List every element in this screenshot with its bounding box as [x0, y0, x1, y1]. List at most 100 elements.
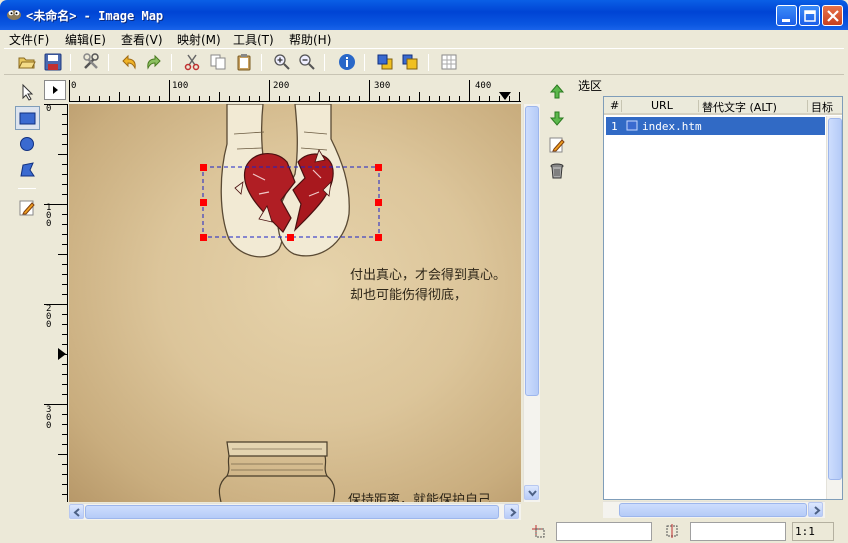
column-header-target[interactable]: 目标 — [811, 99, 833, 115]
menu-edit[interactable]: 编辑(E) — [65, 31, 106, 48]
selection-size-icon — [666, 524, 678, 538]
undo-icon[interactable] — [120, 53, 138, 71]
canvas-horizontal-scrollbar[interactable] — [69, 503, 521, 520]
ruler-label: 100 — [172, 81, 189, 91]
close-button[interactable] — [822, 5, 843, 26]
rectangle-tool[interactable] — [15, 106, 40, 130]
edit-area-tool[interactable] — [15, 196, 40, 220]
menu-file[interactable]: 文件(F) — [9, 31, 49, 48]
list-item[interactable]: 1 index.htm — [606, 117, 825, 135]
ruler-label: 0 — [71, 81, 77, 91]
toolbar — [4, 48, 844, 75]
preferences-icon[interactable] — [82, 53, 100, 71]
selection-list[interactable]: # URL 替代文字 (ALT) 目标 1 index.htm — [603, 96, 843, 500]
canvas-caption-line-1: 付出真心，才会得到真心。 — [350, 268, 507, 283]
vertical-ruler: 0 100 200 300 — [44, 104, 68, 502]
maximize-button[interactable] — [799, 5, 820, 26]
selection-list-header: # URL 替代文字 (ALT) 目标 — [604, 97, 842, 115]
save-icon[interactable] — [44, 53, 62, 71]
menu-mapping[interactable]: 映射(M) — [177, 31, 221, 48]
ruler-label: 0 — [46, 104, 52, 114]
arrow-tool[interactable] — [15, 80, 40, 104]
polygon-icon — [20, 162, 35, 177]
vertical-ruler-ticks — [44, 104, 67, 495]
menu-help[interactable]: 帮助(H) — [289, 31, 331, 48]
to-front-icon[interactable] — [376, 53, 394, 71]
canvas-caption-line-2: 却也可能伤得彻底， — [350, 288, 468, 303]
cut-icon[interactable] — [183, 53, 201, 71]
ruler-label: 300 — [46, 405, 52, 431]
menu-bar: 文件(F) 编辑(E) 查看(V) 映射(M) 工具(T) 帮助(H) — [0, 30, 848, 47]
polygon-tool[interactable] — [15, 158, 40, 182]
scroll-right-button[interactable] — [808, 502, 823, 517]
scrollbar-thumb[interactable] — [619, 503, 807, 517]
redo-icon[interactable] — [145, 53, 163, 71]
to-back-icon[interactable] — [401, 53, 419, 71]
zoom-field: 1:1 — [792, 522, 834, 541]
info-icon[interactable] — [338, 53, 356, 71]
status-bar: 1:1 — [0, 520, 848, 543]
list-horizontal-scrollbar[interactable] — [603, 501, 825, 518]
zoom-in-icon[interactable] — [273, 53, 291, 71]
ruler-label: 200 — [273, 81, 290, 91]
copy-icon[interactable] — [209, 53, 227, 71]
pointer-position-icon — [532, 525, 545, 538]
title-bar[interactable]: <未命名> - Image Map — [0, 0, 848, 30]
ruler-label: 100 — [46, 203, 52, 229]
scroll-left-button[interactable] — [69, 504, 84, 519]
ruler-position-marker-icon — [58, 348, 66, 360]
area-actions — [545, 82, 571, 192]
chevron-down-icon — [528, 490, 537, 497]
edit-icon — [19, 200, 35, 216]
column-header-alt[interactable]: 替代文字 (ALT) — [702, 99, 777, 115]
ruler-corner-button[interactable] — [44, 80, 66, 100]
scroll-right-button[interactable] — [504, 504, 519, 519]
chevron-left-icon — [73, 508, 80, 517]
window-title: <未命名> - Image Map — [26, 9, 164, 23]
move-down-icon[interactable] — [547, 108, 567, 128]
rectangle-icon — [19, 112, 36, 125]
minimize-button[interactable] — [776, 5, 797, 26]
ruler-position-marker-icon — [499, 92, 511, 100]
horizontal-ruler-ticks — [69, 80, 520, 101]
grid-icon[interactable] — [440, 53, 458, 71]
chevron-right-icon — [510, 508, 517, 517]
selection-dimensions-field — [690, 522, 786, 541]
scroll-down-button[interactable] — [524, 485, 539, 500]
gimp-icon — [7, 10, 21, 20]
horizontal-ruler: 0 100 200 300 400 — [69, 80, 521, 102]
scrollbar-thumb[interactable] — [828, 118, 842, 480]
close-icon — [827, 10, 839, 22]
column-header-url[interactable]: URL — [651, 99, 673, 112]
menu-view[interactable]: 查看(V) — [121, 31, 163, 48]
move-up-icon[interactable] — [547, 82, 567, 102]
zoom-out-icon[interactable] — [298, 53, 316, 71]
zoom-level: 1:1 — [795, 525, 815, 538]
pointer-coordinates-field — [556, 522, 652, 541]
canvas-vertical-scrollbar[interactable] — [523, 104, 540, 502]
menu-tools[interactable]: 工具(T) — [233, 31, 274, 48]
open-icon[interactable] — [18, 53, 36, 71]
ruler-label: 200 — [46, 304, 52, 330]
row-number: 1 — [611, 120, 618, 133]
ruler-label: 300 — [374, 81, 391, 91]
chevron-right-icon — [814, 506, 821, 515]
row-url: index.htm — [642, 120, 702, 133]
arrow-icon — [22, 83, 34, 101]
rectangle-icon — [626, 120, 638, 131]
minimize-icon — [782, 19, 790, 22]
edit-icon[interactable] — [547, 135, 567, 155]
canvas-caption-bottom: 保持距离，就能保护自己 — [348, 493, 492, 502]
image-canvas[interactable]: 付出真心，才会得到真心。 却也可能伤得彻底， 保持距离，就能保护自己 — [69, 104, 521, 502]
circle-icon — [20, 137, 34, 151]
delete-icon[interactable] — [547, 161, 567, 181]
scrollbar-thumb[interactable] — [525, 106, 539, 396]
selection-panel-title: 选区 — [578, 79, 603, 93]
scrollbar-thumb[interactable] — [85, 505, 499, 519]
ruler-label: 400 — [475, 81, 492, 91]
circle-tool[interactable] — [15, 132, 40, 156]
paste-icon[interactable] — [235, 53, 253, 71]
list-vertical-scrollbar[interactable] — [826, 116, 842, 499]
triangle-right-icon — [53, 86, 58, 94]
column-header-number[interactable]: # — [610, 99, 619, 112]
